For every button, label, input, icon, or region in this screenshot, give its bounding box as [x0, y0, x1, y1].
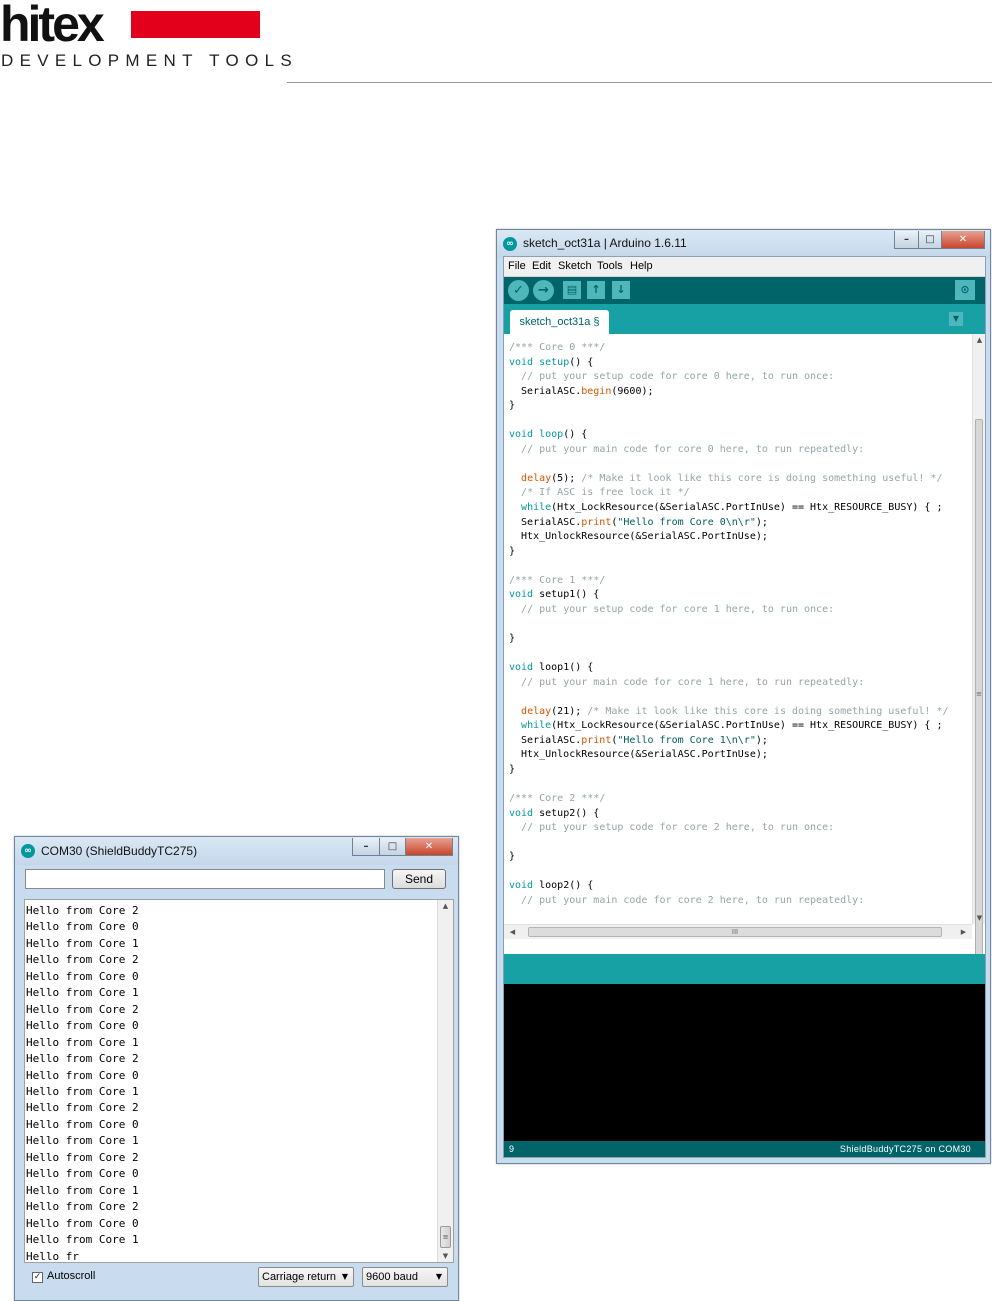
- arduino-ide-window: ∞ sketch_oct31a | Arduino 1.6.11 – □ ✕ F…: [496, 229, 991, 1164]
- hitex-logo-word: hitex: [0, 0, 105, 52]
- serial-output-line: Hello from Core 2: [26, 1101, 139, 1115]
- autoscroll-checkbox[interactable]: ✓: [32, 1272, 43, 1283]
- output-console[interactable]: [504, 984, 985, 1141]
- line-ending-value: Carriage return: [262, 1271, 336, 1283]
- arduino-logo-icon: ∞: [503, 237, 517, 251]
- serial-output-line: Hello from Core 2: [26, 904, 139, 917]
- menu-bar: File Edit Sketch Tools Help: [504, 257, 985, 277]
- serial-output-line: Hello from Core 2: [26, 1200, 139, 1214]
- ide-client-area: File Edit Sketch Tools Help ✓ → ▤ ↑ ↓ ⊙ …: [503, 256, 986, 1158]
- line-number: 9: [509, 1144, 515, 1154]
- serial-output-line: Hello from Core 0: [26, 1117, 139, 1131]
- sketch-tab-bar: sketch_oct31a § ▼: [504, 304, 985, 334]
- ide-window-title: sketch_oct31a | Arduino 1.6.11: [523, 236, 687, 250]
- minimize-icon[interactable]: –: [352, 838, 380, 856]
- serial-output-lines: Hello from Core 2 Hello from Core 0 Hello …: [26, 903, 139, 1262]
- serial-output-line: Hello from Core 1: [26, 1084, 139, 1098]
- ide-footer: 9 ShieldBuddyTC275 on COM30: [504, 1141, 985, 1157]
- serial-output-line: Hello from Core 1: [26, 936, 139, 950]
- serial-output-line: Hello from Core 2: [26, 1002, 139, 1016]
- editor-vertical-scrollbar[interactable]: ▲ ≡ ▼: [972, 334, 985, 969]
- chevron-down-icon: ▼: [341, 1272, 348, 1281]
- serial-monitor-icon[interactable]: ⊙: [955, 280, 975, 300]
- minimize-icon[interactable]: –: [894, 231, 919, 249]
- tab-sketch[interactable]: sketch_oct31a §: [510, 310, 609, 334]
- menu-file[interactable]: File: [508, 260, 526, 272]
- chevron-down-icon: ▼: [435, 1272, 442, 1281]
- serial-monitor-window: ∞ COM30 (ShieldBuddyTC275) – □ ✕ Send He…: [14, 836, 459, 1301]
- code-editor[interactable]: /*** Core 0 ***/ void setup() { // put y…: [504, 334, 972, 924]
- sketch-source-code: /*** Core 0 ***/ void setup() { // put y…: [509, 342, 949, 924]
- serial-titlebar[interactable]: ∞ COM30 (ShieldBuddyTC275) – □ ✕: [15, 837, 458, 865]
- autoscroll-label: Autoscroll: [47, 1270, 96, 1282]
- line-ending-select[interactable]: Carriage return ▼: [258, 1267, 354, 1287]
- hitex-logo-red-bar: [131, 11, 260, 38]
- scroll-up-arrow-icon[interactable]: ▲: [973, 336, 985, 344]
- board-port-status: ShieldBuddyTC275 on COM30: [839, 1144, 971, 1154]
- serial-output-line: Hello from Core 0: [26, 1068, 139, 1082]
- editor-hscroll-thumb[interactable]: III: [528, 927, 942, 937]
- serial-output[interactable]: Hello from Core 2 Hello from Core 0 Hello …: [24, 899, 454, 1263]
- serial-output-line: Hello from Core 0: [26, 969, 139, 983]
- serial-send-bar: Send: [21, 865, 451, 895]
- serial-output-line: Hello from Core 1: [26, 1183, 139, 1197]
- scroll-right-arrow-icon[interactable]: ▶: [957, 928, 970, 936]
- serial-input-field[interactable]: [25, 869, 385, 889]
- arduino-logo-icon: ∞: [21, 844, 35, 858]
- new-icon[interactable]: ▤: [563, 281, 581, 299]
- maximize-icon[interactable]: □: [379, 838, 406, 856]
- hitex-tagline: DEVELOPMENT TOOLS: [1, 51, 298, 70]
- editor-scroll-thumb[interactable]: ≡: [975, 419, 983, 969]
- serial-output-line: Hello from Core 1: [26, 1035, 139, 1049]
- serial-output-line: Hello from Core 0: [26, 1167, 139, 1181]
- close-icon[interactable]: ✕: [405, 838, 453, 856]
- menu-help[interactable]: Help: [630, 260, 653, 272]
- serial-output-line: Hello from Core 1: [26, 986, 139, 1000]
- menu-tools[interactable]: Tools: [597, 260, 623, 272]
- serial-output-line: Hello from Core 1: [26, 1233, 139, 1247]
- send-button[interactable]: Send: [392, 869, 446, 889]
- menu-edit[interactable]: Edit: [532, 260, 551, 272]
- close-icon[interactable]: ✕: [941, 231, 985, 249]
- editor-horizontal-scrollbar[interactable]: ◀ III ▶: [504, 924, 972, 939]
- ide-toolbar: ✓ → ▤ ↑ ↓ ⊙: [504, 277, 985, 304]
- serial-output-line: Hello from Core 0: [26, 1019, 139, 1033]
- scroll-down-arrow-icon[interactable]: ▼: [973, 914, 985, 922]
- scroll-up-arrow-icon[interactable]: ▲: [438, 902, 453, 910]
- scroll-down-arrow-icon[interactable]: ▼: [438, 1252, 453, 1260]
- serial-output-line: Hello from Core 0: [26, 920, 139, 934]
- menu-sketch[interactable]: Sketch: [558, 260, 592, 272]
- upload-icon[interactable]: →: [533, 280, 554, 301]
- scroll-grip-icon: ≡: [976, 690, 982, 698]
- serial-output-line: Hello from Core 1: [26, 1134, 139, 1148]
- serial-output-line: Hello from Core 2: [26, 1150, 139, 1164]
- scroll-left-arrow-icon[interactable]: ◀: [506, 928, 519, 936]
- serial-output-line: Hello from Core 0: [26, 1216, 139, 1230]
- serial-vertical-scrollbar[interactable]: ▲ ≡ ▼: [437, 900, 453, 1262]
- serial-options-bar: ✓ Autoscroll Carriage return ▼ 9600 baud…: [21, 1261, 451, 1293]
- save-icon[interactable]: ↓: [612, 281, 630, 299]
- maximize-icon[interactable]: □: [918, 231, 942, 249]
- verify-icon[interactable]: ✓: [508, 280, 529, 301]
- baud-rate-select[interactable]: 9600 baud ▼: [362, 1267, 448, 1287]
- message-status-bar: [504, 954, 985, 984]
- ide-titlebar[interactable]: ∞ sketch_oct31a | Arduino 1.6.11 – □ ✕: [497, 230, 990, 258]
- tab-menu-chevron-down-icon[interactable]: ▼: [949, 312, 963, 326]
- serial-window-title: COM30 (ShieldBuddyTC275): [41, 844, 198, 858]
- header-divider: [287, 82, 992, 83]
- serial-output-line: Hello from Core 2: [26, 953, 139, 967]
- baud-rate-value: 9600 baud: [366, 1271, 418, 1283]
- open-icon[interactable]: ↑: [587, 281, 605, 299]
- serial-scroll-thumb[interactable]: ≡: [440, 1226, 451, 1248]
- serial-output-line: Hello from Core 2: [26, 1052, 139, 1066]
